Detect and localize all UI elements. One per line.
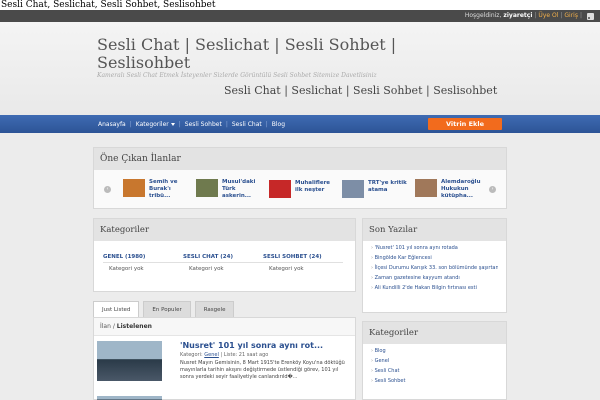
separator: |: [534, 12, 537, 19]
breadcrumb-current: Listelenen: [116, 323, 152, 330]
breadcrumb-prefix: İlan /: [100, 323, 115, 330]
site-description: Kameralı Sesli Chat Etmek İsteyenler Siz…: [97, 72, 377, 79]
nav-categories-label: Kategoriler: [135, 120, 169, 128]
featured-thumbnail: [196, 178, 218, 197]
featured-item-title: Alemdaroğlu Hukukun kütüpha...: [441, 178, 481, 199]
post-meta-suffix: | Liste: 21 saat ago: [220, 352, 269, 358]
category-empty-text: Kategori yok: [189, 266, 224, 272]
nav-blog[interactable]: Blog: [269, 121, 288, 128]
listing-tabs: Just Listed En Populer Rasgele: [93, 301, 235, 317]
user-links: Hoşgeldiniz, ziyaretçi | Üye Ol | Giriş …: [465, 10, 594, 22]
register-link[interactable]: Üye Ol: [538, 10, 558, 22]
login-link[interactable]: Giriş: [564, 10, 578, 22]
featured-item[interactable]: Musul'daki Türk askerin...: [196, 178, 266, 200]
tab-rasgele[interactable]: Rasgele: [194, 301, 235, 317]
sidebar-category-link[interactable]: Sesli Sohbet: [371, 376, 498, 386]
header-banner: Sesli Chat | Seslichat | Sesli Sohbet | …: [224, 84, 498, 97]
top-bar: Hoşgeldiniz, ziyaretçi | Üye Ol | Giriş …: [0, 10, 600, 22]
separator: |: [560, 12, 563, 19]
post-title-link[interactable]: 'Nusret' 101 yıl sonra aynı rot...: [180, 341, 323, 350]
breadcrumb: İlan / Listelenen: [94, 318, 355, 336]
sidebar-categories-panel: Kategoriler Blog Genel Sesli Chat Sesli …: [362, 321, 507, 400]
category-link[interactable]: SESLI SOHBET (24): [263, 254, 343, 263]
username: ziyaretçi: [503, 12, 533, 19]
featured-item-title: Muhaliflere ilk neşter: [295, 180, 331, 193]
featured-thumbnail: [269, 180, 291, 198]
recent-posts-title: Son Yazılar: [363, 219, 506, 241]
greeting-text: Hoşgeldiniz,: [464, 12, 502, 19]
featured-item[interactable]: Semih ve Burak'ı tribü...: [123, 178, 193, 200]
category-column: SESLI SOHBET (24) Kategori yok: [263, 254, 343, 272]
category-link[interactable]: SESLI CHAT (24): [183, 254, 263, 263]
vitrin-ekle-button[interactable]: Vitrin Ekle: [428, 118, 502, 130]
site-header: Sesli Chat | Seslichat | Sesli Sohbet | …: [0, 22, 600, 115]
post-meta-prefix: Kategori:: [180, 352, 203, 358]
recent-post-link[interactable]: 'Nusret' 101 yıl sonra aynı rotada: [371, 243, 498, 253]
listing-post: 'Nusret' 101 yıl sonra aynı rot... Kateg…: [97, 341, 352, 387]
nav-categories[interactable]: Kategoriler: [133, 121, 178, 128]
chevron-left-icon[interactable]: ‹: [104, 185, 111, 193]
featured-item-title: Semih ve Burak'ı tribü...: [149, 178, 178, 199]
featured-item[interactable]: Muhaliflere ilk neşter: [269, 180, 339, 198]
site-title[interactable]: Sesli Chat | Seslichat | Sesli Sohbet | …: [97, 36, 427, 72]
featured-title: Öne Çıkan İlanlar: [94, 148, 506, 170]
categories-title: Kategoriler: [94, 219, 355, 241]
sidebar-category-link[interactable]: Genel: [371, 356, 498, 366]
sidebar-categories-title: Kategoriler: [363, 322, 506, 344]
recent-post-link[interactable]: Bingölde Kar Eğlencesi: [371, 253, 498, 263]
tab-en-populer[interactable]: En Populer: [143, 301, 191, 317]
main-nav: Anasayfa | Kategoriler | Sesli Sohbet | …: [0, 115, 600, 133]
nav-home[interactable]: Anasayfa: [95, 121, 129, 128]
sidebar-category-link[interactable]: Sesli Chat: [371, 366, 498, 376]
post-meta: Kategori: Genel | Liste: 21 saat ago: [180, 352, 268, 358]
listing-panel: İlan / Listelenen 'Nusret' 101 yıl sonra…: [93, 317, 356, 400]
document-title: Sesli Chat, Seslichat, Sesli Sohbet, Ses…: [0, 0, 600, 10]
separator: |: [579, 12, 582, 19]
chevron-down-icon: [170, 122, 175, 126]
post-thumbnail[interactable]: [97, 396, 162, 400]
post-thumbnail[interactable]: [97, 341, 162, 381]
categories-panel: Kategoriler GENEL (1980) Kategori yok SE…: [93, 218, 356, 292]
category-empty-text: Kategori yok: [109, 266, 144, 272]
nav-sesli-sohbet[interactable]: Sesli Sohbet: [182, 121, 225, 128]
rss-icon[interactable]: [587, 12, 594, 20]
category-column: SESLI CHAT (24) Kategori yok: [183, 254, 263, 272]
chevron-right-icon[interactable]: ›: [489, 185, 496, 193]
post-excerpt: Nusret Mayın Gemisinin, 8 Mart 1915'te E…: [180, 360, 345, 380]
recent-posts-panel: Son Yazılar 'Nusret' 101 yıl sonra aynı …: [362, 218, 507, 313]
featured-thumbnail: [415, 178, 437, 197]
category-empty-text: Kategori yok: [269, 266, 304, 272]
featured-item[interactable]: Alemdaroğlu Hukukun kütüpha...: [415, 178, 485, 200]
post-category-link[interactable]: Genel: [204, 352, 219, 358]
featured-listings: Öne Çıkan İlanlar ‹ Semih ve Burak'ı tri…: [93, 147, 507, 209]
sidebar-category-link[interactable]: Blog: [371, 346, 498, 356]
tab-just-listed[interactable]: Just Listed: [93, 301, 140, 317]
listing-post: [97, 396, 352, 400]
category-link[interactable]: GENEL (1980): [103, 254, 183, 263]
featured-item-title: TRT'ye kritik atama: [368, 180, 407, 193]
recent-post-link[interactable]: İlçesi Durumu Karışık 33. son bölümünde …: [371, 263, 498, 273]
category-column: GENEL (1980) Kategori yok: [103, 254, 183, 272]
featured-item-title: Musul'daki Türk askerin...: [222, 178, 256, 199]
nav-sesli-chat[interactable]: Sesli Chat: [229, 121, 265, 128]
recent-post-link[interactable]: Zaman gazetesine kayyum atandı: [371, 273, 498, 283]
recent-post-link[interactable]: Ali Kundilli 2'de Hakan Bilgin fırtınası…: [371, 283, 498, 293]
featured-item[interactable]: TRT'ye kritik atama: [342, 180, 412, 198]
featured-thumbnail: [342, 180, 364, 198]
featured-thumbnail: [123, 178, 145, 197]
